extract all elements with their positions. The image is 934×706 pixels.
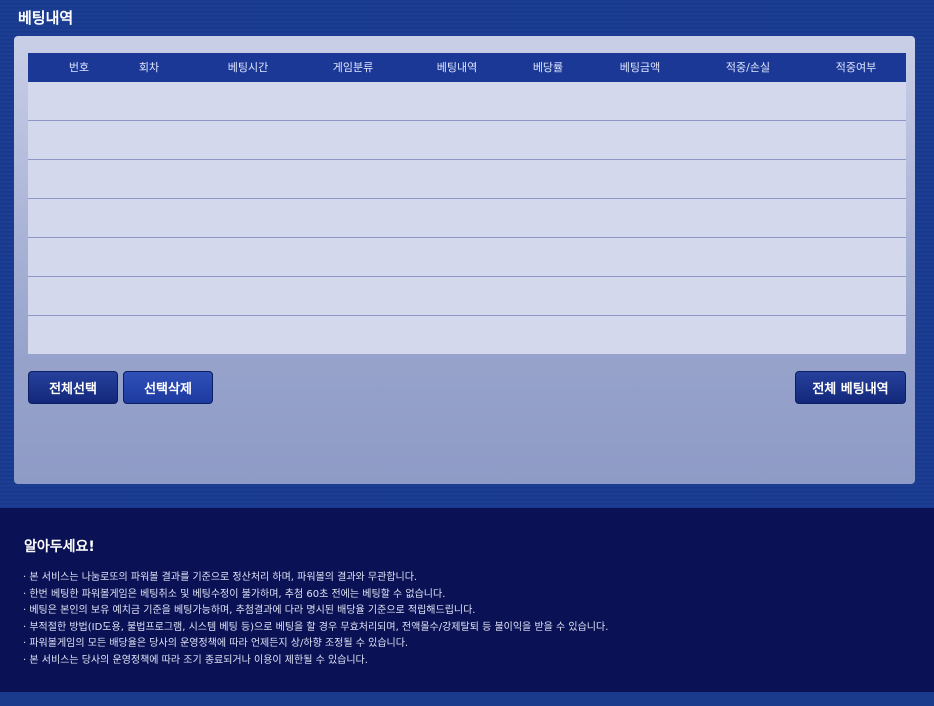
notice-list: 본 서비스는 나눔로또의 파워볼 결과를 기준으로 정산처리 하며, 파워볼의 … xyxy=(23,570,608,669)
table-row xyxy=(28,121,906,160)
table-row xyxy=(28,82,906,121)
betting-history-section: 베팅내역 번호 회차 베팅시간 게임분류 베팅내역 베당률 베팅금액 적중/손실… xyxy=(0,0,934,508)
notice-item: 본 서비스는 나눔로또의 파워볼 결과를 기준으로 정산처리 하며, 파워볼의 … xyxy=(23,570,608,587)
notice-title: 알아두세요! xyxy=(24,539,95,555)
notice-item: 파워볼게임의 모든 배당율은 당사의 운영정책에 따라 언제든지 상/하향 조정… xyxy=(23,636,608,653)
col-header-bet-amount: 베팅금액 xyxy=(619,61,661,74)
select-all-button[interactable]: 전체선택 xyxy=(28,371,118,404)
table-row xyxy=(28,277,906,316)
notice-section: 알아두세요! 본 서비스는 나눔로또의 파워볼 결과를 기준으로 정산처리 하며… xyxy=(0,508,934,692)
col-header-win-status: 적중여부 xyxy=(835,61,877,74)
col-header-game-type: 게임분류 xyxy=(332,61,374,74)
notice-item: 부적절한 방법(ID도용, 불법프로그램, 시스템 베팅 등)으로 베팅을 할 … xyxy=(23,620,608,637)
table-row xyxy=(28,316,906,354)
table-row xyxy=(28,160,906,199)
table-row xyxy=(28,199,906,238)
all-betting-history-button[interactable]: 전체 베팅내역 xyxy=(795,371,906,404)
col-header-round: 회차 xyxy=(138,61,160,74)
bottom-strip xyxy=(0,692,934,706)
col-header-number: 번호 xyxy=(68,61,90,74)
section-title: 베팅내역 xyxy=(18,9,74,27)
table-row xyxy=(28,238,906,277)
notice-item: 베팅은 본인의 보유 예치금 기준을 베팅가능하며, 추첨결과에 다라 명시된 … xyxy=(23,603,608,620)
table-header: 번호 회차 베팅시간 게임분류 베팅내역 베당률 베팅금액 적중/손실 적중여부 xyxy=(28,53,906,82)
notice-item: 본 서비스는 당사의 운영정책에 따라 조기 종료되거나 이용이 제한될 수 있… xyxy=(23,653,608,670)
col-header-bet-time: 베팅시간 xyxy=(227,61,269,74)
betting-history-panel: 번호 회차 베팅시간 게임분류 베팅내역 베당률 베팅금액 적중/손실 적중여부… xyxy=(14,36,915,484)
betting-table: 번호 회차 베팅시간 게임분류 베팅내역 베당률 베팅금액 적중/손실 적중여부 xyxy=(28,53,906,354)
col-header-bet-detail: 베팅내역 xyxy=(436,61,478,74)
col-header-odds: 베당률 xyxy=(532,61,564,74)
col-header-win-loss: 적중/손실 xyxy=(725,61,771,74)
delete-selected-button[interactable]: 선택삭제 xyxy=(123,371,213,404)
table-body xyxy=(28,82,906,354)
notice-item: 한번 베팅한 파워볼게임은 베팅취소 및 베팅수정이 불가하며, 추첨 60초 … xyxy=(23,587,608,604)
